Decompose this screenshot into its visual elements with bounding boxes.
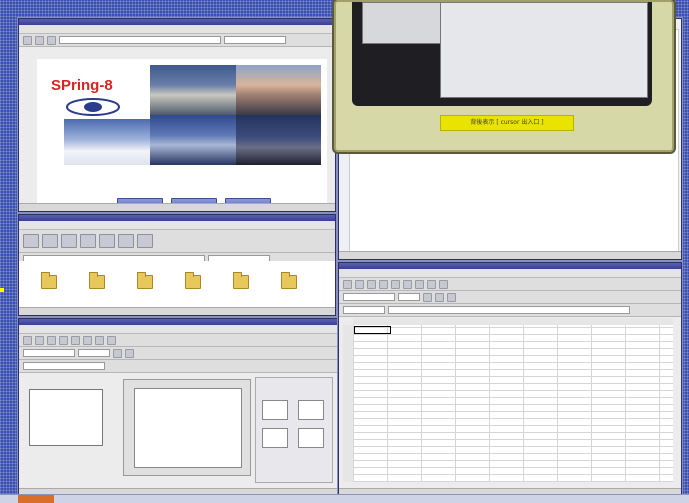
view-icon[interactable] (137, 234, 153, 248)
bold-icon[interactable] (423, 292, 432, 302)
open-icon[interactable] (35, 335, 44, 345)
layout-option[interactable] (298, 428, 324, 448)
search-icon[interactable] (118, 234, 134, 248)
formula-bar (339, 304, 681, 317)
cell-grid[interactable] (353, 325, 673, 482)
layouts-panel (255, 377, 333, 483)
camera-caption: 背後表示 [ cursor 出入口 ] (440, 115, 574, 131)
undo-icon[interactable] (107, 335, 116, 345)
folder-icon[interactable] (233, 272, 249, 289)
logo-ring-icon (66, 98, 120, 116)
cut-icon[interactable] (391, 279, 400, 289)
folder-icon[interactable] (41, 272, 57, 289)
presentation-menubar[interactable] (19, 325, 337, 334)
browser-window[interactable]: SPring-8 (18, 18, 336, 212)
photo-dusk-ridge[interactable] (236, 115, 321, 165)
print-icon[interactable] (379, 279, 388, 289)
file-manager-statusbar (19, 307, 335, 315)
layout-option[interactable] (262, 400, 288, 420)
start-button[interactable] (18, 495, 54, 503)
copy-icon[interactable] (83, 335, 92, 345)
browser-toolbar (19, 34, 335, 47)
italic-icon[interactable] (435, 292, 444, 302)
spreadsheet-window[interactable] (338, 262, 682, 497)
photo-lake-mountains[interactable] (150, 65, 236, 115)
browser-menubar[interactable] (19, 25, 335, 34)
paste-icon[interactable] (95, 335, 104, 345)
folder-icon[interactable] (281, 272, 297, 289)
active-cell[interactable] (354, 326, 391, 334)
photo-snow-field[interactable] (64, 119, 150, 165)
layout-option[interactable] (262, 428, 288, 448)
reload-button[interactable] (47, 35, 56, 45)
save-icon[interactable] (367, 279, 376, 289)
new-icon[interactable] (343, 279, 352, 289)
paste-icon[interactable] (415, 279, 424, 289)
spring8-logo: SPring-8 (51, 77, 137, 117)
spreadsheet-toolbar-1 (339, 278, 681, 291)
spreadsheet-menubar[interactable] (339, 269, 681, 278)
forward-icon[interactable] (42, 234, 58, 248)
slide-thumbnail[interactable] (29, 389, 103, 446)
photographed-window (362, 2, 448, 44)
document-statusbar (339, 251, 681, 259)
folder-icon[interactable] (137, 272, 153, 289)
photographed-window (440, 2, 648, 98)
photographed-screen (352, 2, 652, 106)
reload-icon[interactable] (99, 234, 115, 248)
address-bar[interactable] (59, 36, 221, 44)
search-field[interactable] (224, 36, 286, 44)
sort-icon[interactable] (427, 279, 436, 289)
slide-page[interactable] (134, 388, 242, 468)
new-icon[interactable] (23, 335, 32, 345)
photo-sunset-peaks[interactable] (236, 65, 321, 115)
copy-icon[interactable] (403, 279, 412, 289)
zoom-dropdown[interactable] (23, 362, 105, 370)
bold-icon[interactable] (113, 348, 122, 358)
up-icon[interactable] (61, 234, 77, 248)
webpage-content: SPring-8 (37, 59, 327, 210)
style-dropdown[interactable] (23, 349, 75, 357)
back-icon[interactable] (23, 234, 39, 248)
align-icon[interactable] (447, 292, 456, 302)
presentation-toolbar-2 (19, 347, 337, 360)
chart-icon[interactable] (439, 279, 448, 289)
mouse-cursor (0, 288, 4, 292)
slide-canvas[interactable] (123, 379, 251, 476)
size-dropdown[interactable] (78, 349, 110, 357)
formula-input[interactable] (388, 306, 630, 314)
folder-icon[interactable] (185, 272, 201, 289)
presentation-toolbar-1 (19, 334, 337, 347)
taskbar (0, 494, 689, 503)
spreadsheet-toolbar-2 (339, 291, 681, 304)
file-manager-menubar[interactable] (19, 221, 335, 230)
camera-photo-overlay: 背後表示 [ cursor 出入口 ] (334, 0, 674, 152)
logo-text: SPring-8 (51, 77, 113, 94)
file-manager-window[interactable] (18, 214, 336, 316)
open-icon[interactable] (355, 279, 364, 289)
print-icon[interactable] (59, 335, 68, 345)
file-manager-toolbar (19, 230, 335, 253)
presentation-toolbar-3 (19, 360, 337, 373)
home-icon[interactable] (80, 234, 96, 248)
folder-icon[interactable] (89, 272, 105, 289)
cell-reference-field[interactable] (343, 306, 385, 314)
back-button[interactable] (23, 35, 32, 45)
size-dropdown[interactable] (398, 293, 420, 301)
save-icon[interactable] (47, 335, 56, 345)
forward-button[interactable] (35, 35, 44, 45)
browser-statusbar (19, 203, 335, 211)
cut-icon[interactable] (71, 335, 80, 345)
photo-blue-valley[interactable] (150, 115, 236, 165)
layout-option[interactable] (298, 400, 324, 420)
font-dropdown[interactable] (343, 293, 395, 301)
italic-icon[interactable] (125, 348, 134, 358)
presentation-window[interactable] (18, 318, 338, 497)
